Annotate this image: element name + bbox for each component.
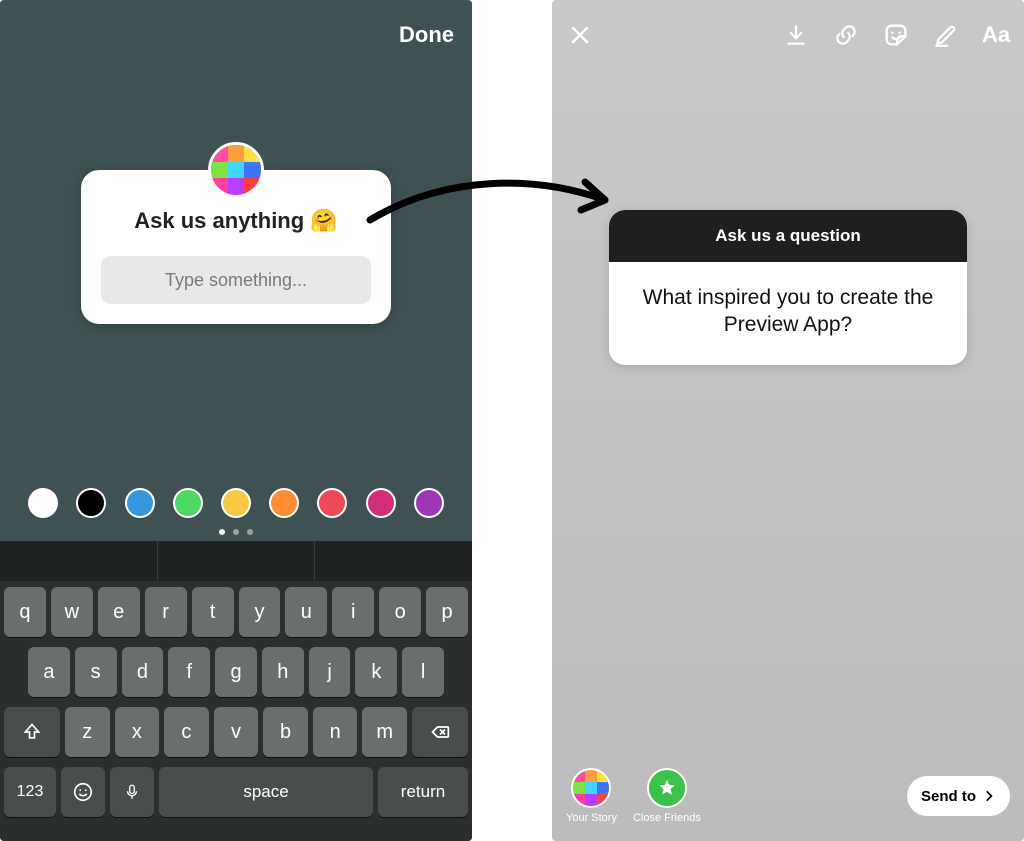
page-dot [247,529,253,535]
keyboard-row-2: asdfghjkl [4,647,468,697]
key-n[interactable]: n [313,707,358,757]
spacer [472,0,552,841]
page-dots [219,529,253,535]
key-d[interactable]: d [122,647,164,697]
key-e[interactable]: e [98,587,140,637]
color-swatch-2[interactable] [125,488,155,518]
your-story-button[interactable]: Your Story [566,768,617,824]
done-button[interactable]: Done [399,22,454,48]
key-u[interactable]: u [285,587,327,637]
mic-key[interactable] [110,767,154,817]
color-picker-row [0,488,472,518]
right-top-bar: Aa [552,0,1024,70]
your-story-label: Your Story [566,812,617,824]
key-t[interactable]: t [192,587,234,637]
key-a[interactable]: a [28,647,70,697]
page-dot [219,529,225,535]
send-to-button[interactable]: Send to [907,776,1010,816]
key-g[interactable]: g [215,647,257,697]
question-prompt-text[interactable]: Ask us anything 🤗 [101,208,371,234]
keyboard-suggestions-bar[interactable] [0,541,472,581]
color-swatch-4[interactable] [221,488,251,518]
key-q[interactable]: q [4,587,46,637]
key-s[interactable]: s [75,647,117,697]
phone-left-story-editor: Done Ask us anything 🤗 Type something...… [0,0,472,841]
tutorial-canvas: Done Ask us anything 🤗 Type something...… [0,0,1024,841]
key-m[interactable]: m [362,707,407,757]
shift-key[interactable] [4,707,60,757]
key-i[interactable]: i [332,587,374,637]
avatar [208,142,264,198]
key-z[interactable]: z [65,707,110,757]
right-bottom-bar: Your Story Close Friends Send to [552,751,1024,841]
color-swatch-7[interactable] [366,488,396,518]
key-j[interactable]: j [309,647,351,697]
key-h[interactable]: h [262,647,304,697]
text-icon[interactable]: Aa [982,21,1010,49]
left-top-bar: Done [0,0,472,70]
key-k[interactable]: k [355,647,397,697]
phone-right-story-preview: Aa Ask us a question What inspired you t… [552,0,1024,841]
key-w[interactable]: w [51,587,93,637]
prompt-text: Ask us anything [134,208,310,233]
return-key[interactable]: return [378,767,468,817]
ios-keyboard: qwertyuiop asdfghjkl zxcvbnm 123 space r… [0,581,472,841]
color-swatch-1[interactable] [76,488,106,518]
keyboard-row-3: zxcvbnm [4,707,468,757]
key-f[interactable]: f [168,647,210,697]
color-swatch-5[interactable] [269,488,299,518]
key-p[interactable]: p [426,587,468,637]
download-icon[interactable] [782,21,810,49]
keyboard-row-4: 123 space return [4,767,468,817]
editor-tools: Aa [782,21,1010,49]
close-friends-star-icon [647,768,687,808]
space-key[interactable]: space [159,767,373,817]
send-to-label: Send to [921,788,976,805]
link-icon[interactable] [832,21,860,49]
key-l[interactable]: l [402,647,444,697]
color-swatch-0[interactable] [28,488,58,518]
chevron-right-icon [982,789,996,803]
page-dot [233,529,239,535]
sticker-question-head: Ask us a question [609,210,967,262]
key-b[interactable]: b [263,707,308,757]
color-swatch-6[interactable] [317,488,347,518]
backspace-key[interactable] [412,707,468,757]
key-v[interactable]: v [214,707,259,757]
key-x[interactable]: x [115,707,160,757]
hug-emoji: 🤗 [310,208,337,233]
sticker-question-body: What inspired you to create the Preview … [609,262,967,365]
key-r[interactable]: r [145,587,187,637]
key-y[interactable]: y [239,587,281,637]
color-swatch-8[interactable] [414,488,444,518]
key-o[interactable]: o [379,587,421,637]
draw-icon[interactable] [932,21,960,49]
question-sticker-editor[interactable]: Ask us anything 🤗 Type something... [81,170,391,324]
sticker-icon[interactable] [882,21,910,49]
numbers-key[interactable]: 123 [4,767,56,817]
color-swatch-3[interactable] [173,488,203,518]
keyboard-row-1: qwertyuiop [4,587,468,637]
close-friends-button[interactable]: Close Friends [633,768,701,824]
close-friends-label: Close Friends [633,812,701,824]
emoji-key[interactable] [61,767,105,817]
close-icon[interactable] [566,21,594,49]
question-answer-sticker[interactable]: Ask us a question What inspired you to c… [609,210,967,365]
answer-input[interactable]: Type something... [101,256,371,304]
key-c[interactable]: c [164,707,209,757]
